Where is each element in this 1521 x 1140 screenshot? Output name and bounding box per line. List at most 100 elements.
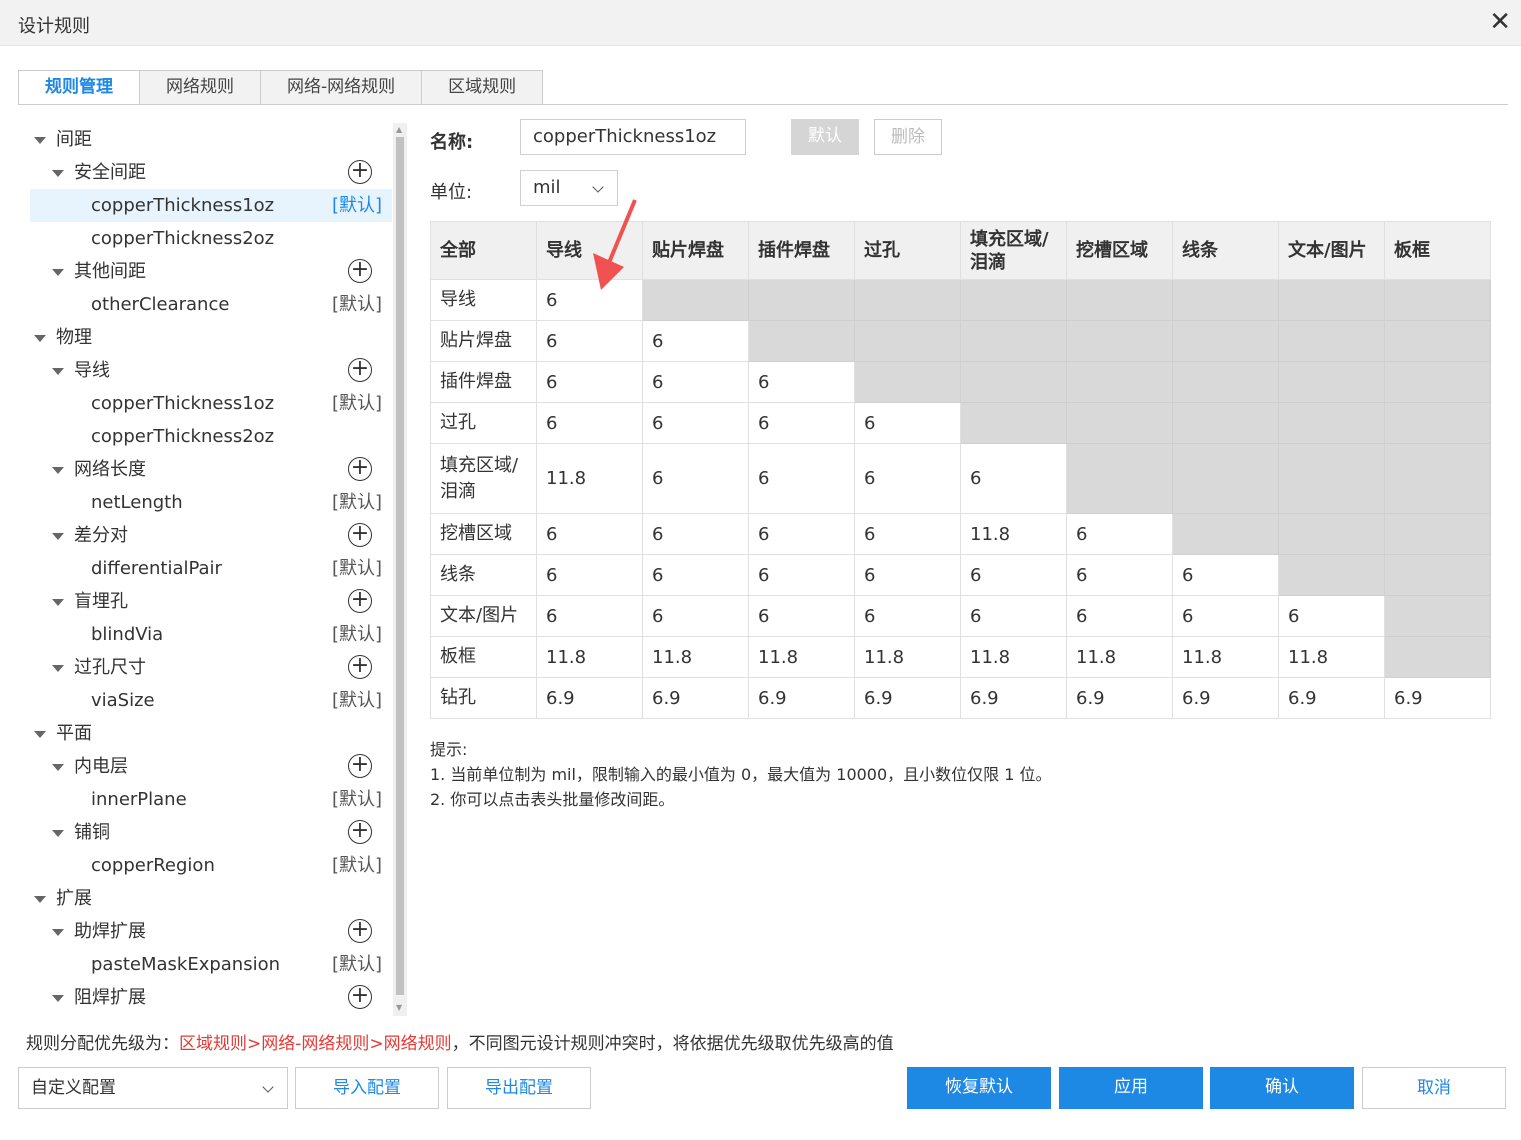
column-header[interactable]: 过孔: [854, 221, 961, 280]
tree-node[interactable]: netLength [默认]: [30, 486, 392, 519]
clearance-cell[interactable]: 6: [748, 554, 855, 596]
column-header[interactable]: 填充区域/ 泪滴: [960, 221, 1067, 280]
clearance-cell[interactable]: 6: [854, 513, 961, 555]
caret-down-icon[interactable]: [52, 467, 64, 474]
clearance-cell[interactable]: 6.9: [854, 677, 961, 719]
tree-node[interactable]: 导线 +: [30, 354, 392, 387]
clearance-cell[interactable]: 6.9: [960, 677, 1067, 719]
tree-node[interactable]: 网络长度 +: [30, 453, 392, 486]
tree-node[interactable]: 盲埋孔 +: [30, 585, 392, 618]
tab-1[interactable]: 网络规则: [140, 70, 261, 105]
add-rule-icon[interactable]: +: [348, 820, 372, 844]
clearance-cell[interactable]: 6: [536, 402, 643, 444]
tree-node[interactable]: copperThickness2oz: [30, 420, 392, 453]
tree-scrollbar[interactable]: ▲ ▼: [393, 123, 407, 1016]
clearance-cell[interactable]: 6: [1278, 595, 1385, 637]
config-select[interactable]: 自定义配置: [18, 1067, 288, 1109]
scroll-down-icon[interactable]: ▼: [396, 1003, 402, 1012]
clearance-cell[interactable]: 6: [536, 361, 643, 403]
add-rule-icon[interactable]: +: [348, 160, 372, 184]
column-header[interactable]: 板框: [1384, 221, 1491, 280]
apply-button[interactable]: 应用: [1059, 1067, 1203, 1109]
clearance-cell[interactable]: 6: [960, 595, 1067, 637]
clearance-cell[interactable]: 6: [642, 443, 749, 514]
clearance-cell[interactable]: 6: [960, 554, 1067, 596]
tree-node[interactable]: copperThickness2oz: [30, 222, 392, 255]
caret-down-icon[interactable]: [52, 995, 64, 1002]
tree-node[interactable]: 其他间距 +: [30, 255, 392, 288]
tree-node[interactable]: 扩展: [30, 882, 392, 915]
clearance-cell[interactable]: 6.9: [536, 677, 643, 719]
clearance-cell[interactable]: 11.8: [536, 443, 643, 514]
export-config-button[interactable]: 导出配置: [447, 1067, 591, 1109]
close-icon[interactable]: ✕: [1489, 8, 1511, 36]
clearance-cell[interactable]: 11.8: [854, 636, 961, 678]
clearance-cell[interactable]: 6: [1172, 554, 1279, 596]
column-header[interactable]: 挖槽区域: [1066, 221, 1173, 280]
clearance-cell[interactable]: 11.8: [536, 636, 643, 678]
caret-down-icon[interactable]: [52, 269, 64, 276]
column-header[interactable]: 贴片焊盘: [642, 221, 749, 280]
tab-0[interactable]: 规则管理: [18, 70, 140, 105]
add-rule-icon[interactable]: +: [348, 589, 372, 613]
clearance-cell[interactable]: 6: [1066, 595, 1173, 637]
caret-down-icon[interactable]: [52, 533, 64, 540]
set-default-button[interactable]: 默认: [791, 119, 859, 155]
restore-default-button[interactable]: 恢复默认: [907, 1067, 1051, 1109]
caret-down-icon[interactable]: [52, 599, 64, 606]
add-rule-icon[interactable]: +: [348, 259, 372, 283]
caret-down-icon[interactable]: [52, 665, 64, 672]
clearance-cell[interactable]: 6.9: [1172, 677, 1279, 719]
tree-node[interactable]: copperRegion [默认]: [30, 849, 392, 882]
delete-button[interactable]: 删除: [874, 119, 942, 155]
cancel-button[interactable]: 取消: [1362, 1067, 1506, 1109]
column-header[interactable]: 插件焊盘: [748, 221, 855, 280]
clearance-cell[interactable]: 6: [536, 554, 643, 596]
tree-node[interactable]: 平面: [30, 717, 392, 750]
import-config-button[interactable]: 导入配置: [295, 1067, 439, 1109]
clearance-cell[interactable]: 11.8: [1172, 636, 1279, 678]
add-rule-icon[interactable]: +: [348, 919, 372, 943]
add-rule-icon[interactable]: +: [348, 655, 372, 679]
clearance-cell[interactable]: 6: [642, 361, 749, 403]
clearance-cell[interactable]: 6.9: [1066, 677, 1173, 719]
tree-node[interactable]: 过孔尺寸 +: [30, 651, 392, 684]
clearance-cell[interactable]: 6: [642, 320, 749, 362]
caret-down-icon[interactable]: [34, 335, 46, 342]
add-rule-icon[interactable]: +: [348, 358, 372, 382]
clearance-cell[interactable]: 6: [748, 402, 855, 444]
add-rule-icon[interactable]: +: [348, 754, 372, 778]
clearance-cell[interactable]: 11.8: [960, 636, 1067, 678]
clearance-cell[interactable]: 6: [748, 513, 855, 555]
clearance-cell[interactable]: 11.8: [1066, 636, 1173, 678]
column-header[interactable]: 文本/图片: [1278, 221, 1385, 280]
clearance-cell[interactable]: 6.9: [1278, 677, 1385, 719]
clearance-cell[interactable]: 6: [642, 513, 749, 555]
add-rule-icon[interactable]: +: [348, 985, 372, 1009]
caret-down-icon[interactable]: [52, 929, 64, 936]
scroll-up-icon[interactable]: ▲: [396, 125, 402, 134]
caret-down-icon[interactable]: [34, 731, 46, 738]
column-header[interactable]: 全部: [430, 221, 537, 280]
clearance-cell[interactable]: 6: [854, 443, 961, 514]
tree-node[interactable]: blindVia [默认]: [30, 618, 392, 651]
clearance-cell[interactable]: 6: [748, 443, 855, 514]
clearance-cell[interactable]: 6: [536, 513, 643, 555]
clearance-cell[interactable]: 6: [642, 554, 749, 596]
clearance-cell[interactable]: 6: [854, 402, 961, 444]
tree-node[interactable]: copperThickness1oz [默认]: [30, 387, 392, 420]
clearance-cell[interactable]: 6: [536, 595, 643, 637]
tree-node[interactable]: 内电层 +: [30, 750, 392, 783]
tree-node[interactable]: viaSize [默认]: [30, 684, 392, 717]
clearance-cell[interactable]: 6: [536, 320, 643, 362]
add-rule-icon[interactable]: +: [348, 457, 372, 481]
clearance-cell[interactable]: 6: [642, 402, 749, 444]
tree-node[interactable]: 阻焊扩展 +: [30, 981, 392, 1014]
clearance-cell[interactable]: 6: [1066, 554, 1173, 596]
clearance-cell[interactable]: 6: [1172, 595, 1279, 637]
clearance-cell[interactable]: 6: [854, 595, 961, 637]
tree-node[interactable]: pasteMaskExpansion [默认]: [30, 948, 392, 981]
caret-down-icon[interactable]: [34, 896, 46, 903]
tree-node[interactable]: 铺铜 +: [30, 816, 392, 849]
clearance-cell[interactable]: 11.8: [960, 513, 1067, 555]
